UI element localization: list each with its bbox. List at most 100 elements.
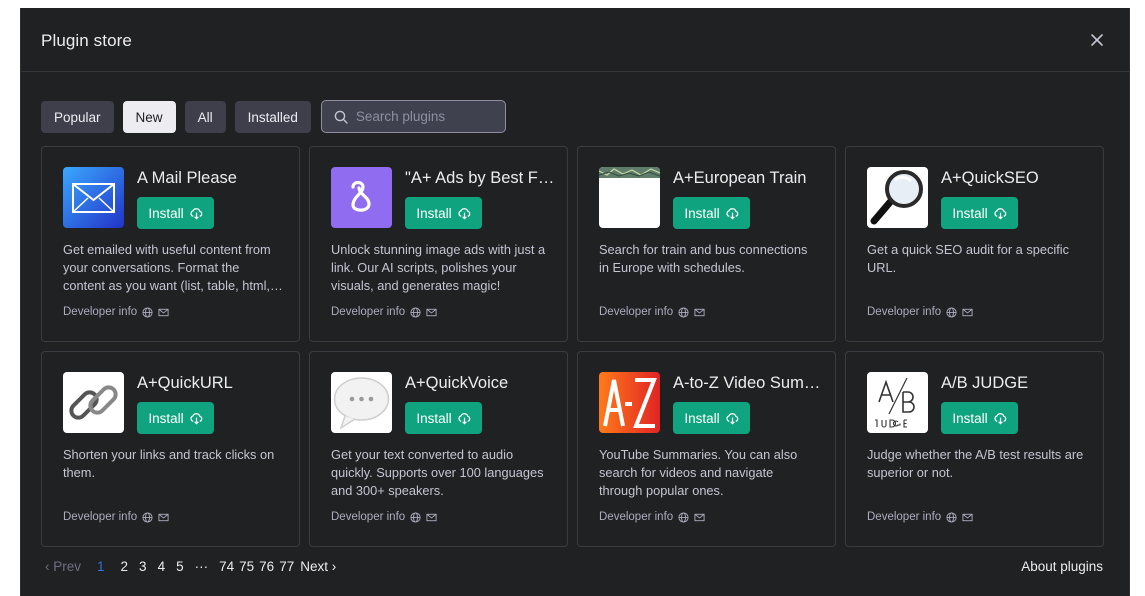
search-input[interactable] [355,109,496,124]
prev-page-button[interactable]: ‹ Prev [45,559,81,574]
mail-icon[interactable] [694,307,705,318]
install-button[interactable]: Install [673,402,750,434]
install-label: Install [416,410,452,426]
about-plugins-link[interactable]: About plugins [1021,559,1103,574]
install-button[interactable]: Install [137,402,214,434]
page-button[interactable]: 2 [121,559,129,574]
plugin-card[interactable]: "A+ Ads by Best Future" Install Unlock s… [309,146,568,342]
developer-info: Developer info [867,306,973,318]
developer-info-label: Developer info [63,306,138,318]
plugin-card[interactable]: A+QuickSEO Install Get a quick SEO audit… [845,146,1104,342]
page-button[interactable]: 5 [176,559,184,574]
mail-icon[interactable] [158,512,169,523]
plugin-description: Shorten your links and track clicks on t… [63,447,275,480]
mail-icon[interactable] [158,307,169,318]
globe-icon[interactable] [142,306,153,318]
install-button[interactable]: Install [405,402,482,434]
install-label: Install [952,205,988,221]
globe-icon[interactable] [946,511,957,523]
developer-info: Developer info [599,306,705,318]
plugin-description: Judge whether the A/B test results are s… [867,447,1084,480]
globe-icon[interactable] [410,511,421,523]
install-label: Install [148,205,184,221]
plugin-name: A-to-Z Video Summary [673,374,823,392]
globe-icon[interactable] [946,306,957,318]
magnifier-icon [867,167,928,228]
cloud-download-icon [726,207,738,219]
cloud-download-icon [190,412,202,424]
plugin-card[interactable]: A-to-Z Video Summary Install YouTube Sum… [577,351,836,547]
plugin-description: Search for train and bus connections in … [599,242,808,275]
filter-popular-button[interactable]: Popular [41,100,114,133]
mail-icon[interactable] [962,307,973,318]
plugin-card[interactable]: A+European Train Install Search for trai… [577,146,836,342]
plugin-name: A+QuickSEO [941,169,1039,187]
plugin-description: Unlock stunning image ads with just a li… [331,242,546,293]
filter-installed-button[interactable]: Installed [234,100,311,133]
page-button[interactable]: 77 [279,559,294,574]
ab-judge-logo-icon [867,372,928,433]
page-button-current[interactable]: 1 [97,559,105,574]
globe-icon[interactable] [410,306,421,318]
plugin-description: Get emailed with useful content from you… [63,242,271,293]
page-button[interactable]: 3 [139,559,147,574]
a-z-logo-icon [599,372,660,433]
plugin-description: YouTube Summaries. You can also search f… [599,447,798,498]
globe-icon[interactable] [678,306,689,318]
developer-info: Developer info [331,511,437,523]
globe-icon[interactable] [142,511,153,523]
plugin-card[interactable]: A+QuickVoice Install Get your text conve… [309,351,568,547]
page-button[interactable]: 76 [259,559,274,574]
globe-icon[interactable] [678,511,689,523]
plugin-card[interactable]: A+QuickURL Install Shorten your links an… [41,351,300,547]
plugin-name: A/B JUDGE [941,374,1029,392]
train-map-icon [599,167,660,228]
install-button[interactable]: Install [941,197,1018,229]
filter-all-button[interactable]: All [184,100,226,133]
filter-new-button[interactable]: New [122,100,176,133]
search-box[interactable] [320,100,506,133]
cloud-download-icon [726,412,738,424]
close-icon[interactable] [1087,30,1107,50]
page-button[interactable]: 75 [239,559,254,574]
speech-bubble-icon [331,372,392,433]
install-button[interactable]: Install [137,197,214,229]
developer-info: Developer info [63,511,169,523]
developer-info-label: Developer info [599,511,674,523]
page-button[interactable]: 74 [219,559,234,574]
install-button[interactable]: Install [673,197,750,229]
developer-info-label: Developer info [867,511,942,523]
plugin-name: A+QuickVoice [405,374,509,392]
page-button[interactable]: 4 [158,559,166,574]
plugin-card[interactable]: A/B JUDGE Install Judge whether the A/B … [845,351,1104,547]
mail-icon[interactable] [426,512,437,523]
mail-envelope-icon [63,167,124,228]
modal-title: Plugin store [41,31,132,50]
plugin-name: A+QuickURL [137,374,233,392]
filter-bar: Popular New All Installed [41,100,506,133]
mail-icon[interactable] [962,512,973,523]
install-button[interactable]: Install [405,197,482,229]
developer-info-label: Developer info [867,306,942,318]
plugin-grid: A Mail Please Install Get emailed with u… [41,146,1105,547]
modal-header: Plugin store [21,8,1129,72]
next-page-button[interactable]: Next › [300,559,336,574]
mail-icon[interactable] [426,307,437,318]
install-label: Install [684,205,720,221]
plugin-description: Get a quick SEO audit for a specific URL… [867,242,1070,275]
pagination: ‹ Prev 1 2 3 4 5 ··· 74 75 76 77 Next › [45,559,347,574]
install-button[interactable]: Install [941,402,1018,434]
mail-icon[interactable] [694,512,705,523]
cloud-download-icon [994,412,1006,424]
chain-link-icon [63,372,124,433]
install-label: Install [148,410,184,426]
install-label: Install [416,205,452,221]
plugin-card[interactable]: A Mail Please Install Get emailed with u… [41,146,300,342]
cloud-download-icon [458,207,470,219]
developer-info-label: Developer info [63,511,138,523]
developer-info-label: Developer info [599,306,674,318]
developer-info: Developer info [599,511,705,523]
search-icon [334,110,348,124]
plugin-name: A Mail Please [137,169,237,187]
install-label: Install [952,410,988,426]
